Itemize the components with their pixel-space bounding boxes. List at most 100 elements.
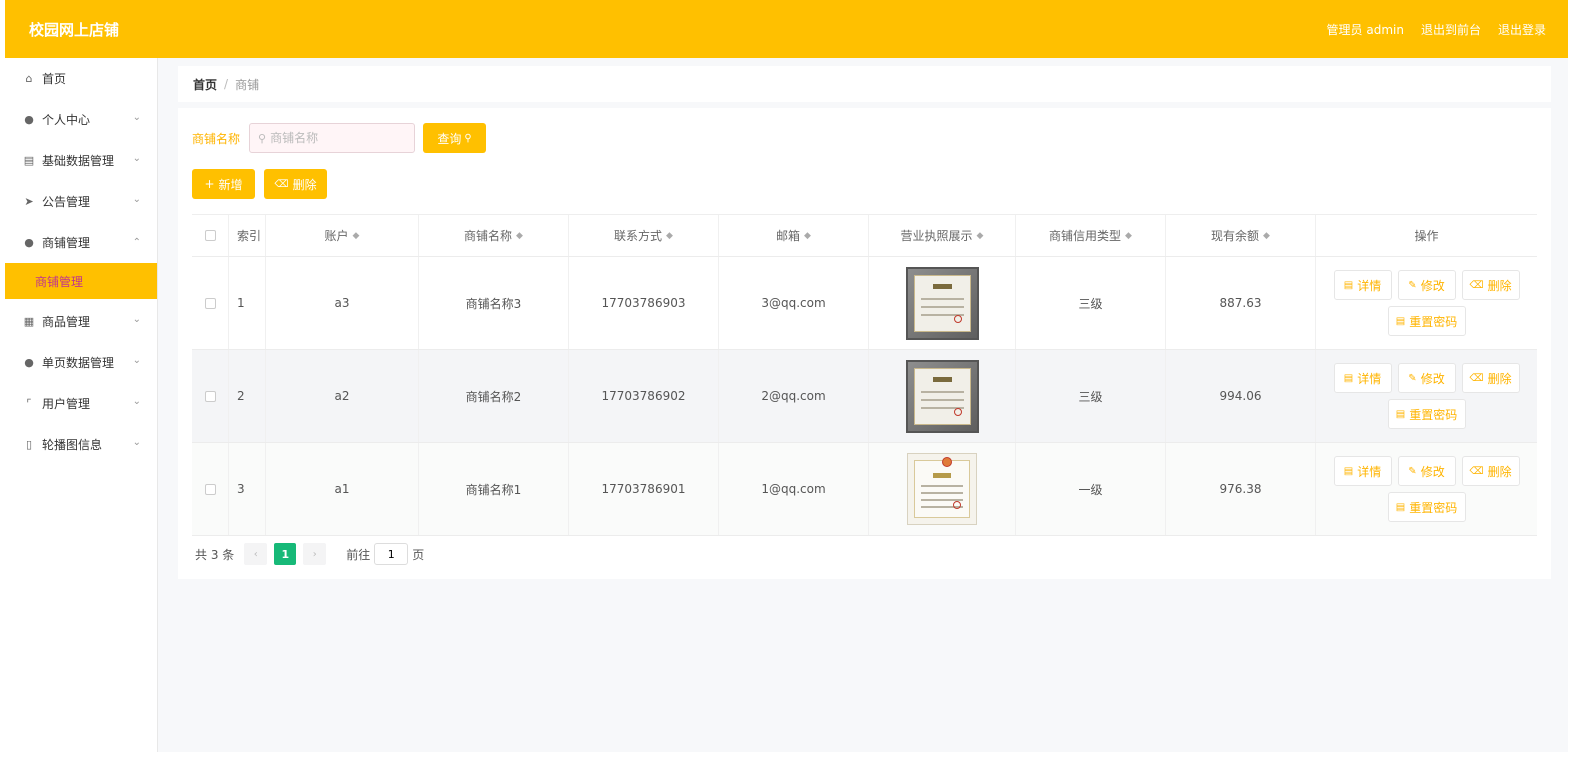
header-balance-label: 现有余额 (1211, 229, 1260, 243)
sidebar-item-single-page[interactable]: ● 单页数据管理 ⌄ (5, 342, 157, 383)
user-icon: ● (24, 113, 34, 126)
sort-icon[interactable]: ◆ (1263, 231, 1270, 241)
sort-icon[interactable]: ◆ (1125, 231, 1132, 241)
logout-link[interactable]: 退出登录 (1498, 21, 1546, 38)
sidebar-item-personal[interactable]: ● 个人中心 ⌄ (5, 99, 157, 140)
header-email[interactable]: 邮箱 ◆ (719, 215, 869, 256)
license-line (920, 305, 964, 308)
action-bar: + 新增 ⌫ 删除 (192, 169, 327, 199)
header-account[interactable]: 账户 ◆ (266, 215, 419, 256)
document-icon: ▤ (1343, 372, 1354, 384)
goto-page-input[interactable] (374, 543, 409, 565)
cell-index: 1 (229, 257, 266, 349)
row-checkbox-cell (192, 350, 229, 442)
sidebar-item-carousel[interactable]: ▯ 轮播图信息 ⌄ (5, 424, 157, 465)
table-row: 1 a3 商铺名称3 17703786903 3@qq.com 三级 887.6… (192, 257, 1537, 350)
front-link[interactable]: 退出到前台 (1421, 21, 1481, 38)
sidebar-item-basic-data[interactable]: ▤ 基础数据管理 ⌄ (5, 140, 157, 181)
cell-balance: 994.06 (1166, 350, 1316, 442)
row-checkbox-cell (192, 443, 229, 535)
edit-label: 修改 (1420, 371, 1445, 386)
table-row: 3 a1 商铺名称1 17703786901 1@qq.com 一级 976.3… (192, 443, 1537, 536)
sort-icon[interactable]: ◆ (977, 231, 984, 241)
header-account-label: 账户 (324, 229, 349, 243)
delete-label: 删除 (1487, 371, 1512, 386)
cell-ops: ▤ 详情 ✎ 修改 ⌫ 删除 ▤ 重置密码 (1316, 350, 1537, 442)
pencil-icon: ✎ (1408, 372, 1417, 384)
sidebar-item-goods[interactable]: ▦ 商品管理 ⌄ (5, 301, 157, 342)
send-icon: ➤ (24, 195, 34, 208)
page-unit-label: 页 (412, 547, 425, 562)
delete-button[interactable]: ⌫ 删除 (1461, 270, 1520, 300)
document-icon: ▤ (1395, 408, 1406, 420)
search-label: 商铺名称 (192, 131, 241, 146)
cell-name: 商铺名称1 (419, 443, 569, 535)
cell-balance: 976.38 (1166, 443, 1316, 535)
license-image[interactable] (905, 266, 979, 340)
header-credit[interactable]: 商铺信用类型 ◆ (1016, 215, 1166, 256)
cell-index: 3 (229, 443, 266, 535)
edit-button[interactable]: ✎ 修改 (1397, 363, 1456, 393)
header-name[interactable]: 商铺名称 ◆ (419, 215, 569, 256)
license-image[interactable] (907, 453, 977, 525)
sidebar-item-home[interactable]: ⌂ 首页 (5, 58, 157, 99)
pencil-icon: ✎ (1408, 465, 1417, 477)
detail-button[interactable]: ▤ 详情 (1333, 456, 1392, 486)
select-all-checkbox[interactable] (204, 230, 216, 241)
delete-button[interactable]: ⌫ 删除 (1461, 363, 1520, 393)
crop-icon: ⌜ (26, 397, 32, 410)
sort-icon[interactable]: ◆ (666, 231, 673, 241)
delete-button[interactable]: ⌫ 删除 (1461, 456, 1520, 486)
sort-icon[interactable]: ◆ (804, 231, 811, 241)
next-page-button[interactable]: › (303, 543, 327, 565)
header-checkbox-cell (192, 215, 229, 256)
chevron-down-icon: ⌄ (132, 153, 141, 164)
cell-account: a2 (266, 350, 419, 442)
reset-password-button[interactable]: ▤ 重置密码 (1387, 306, 1466, 336)
detail-button[interactable]: ▤ 详情 (1333, 363, 1392, 393)
sidebar-item-notice[interactable]: ➤ 公告管理 ⌄ (5, 181, 157, 222)
license-paper (913, 274, 971, 332)
add-button[interactable]: + 新增 (192, 169, 255, 199)
sidebar-item-shop[interactable]: ● 商铺管理 ⌃ (5, 222, 157, 263)
sidebar-item-label: 公告管理 (42, 195, 91, 209)
ops-line: ▤ 详情 ✎ 修改 ⌫ 删除 (1333, 270, 1520, 300)
cell-account: a3 (266, 257, 419, 349)
admin-label: 管理员 admin (1326, 22, 1404, 37)
chevron-down-icon: ⌄ (132, 437, 141, 448)
license-image[interactable] (905, 359, 979, 433)
document-icon: ▤ (1343, 279, 1354, 291)
header-license[interactable]: 营业执照展示 ◆ (869, 215, 1016, 256)
cell-license (869, 350, 1016, 442)
ops-line: ▤ 详情 ✎ 修改 ⌫ 删除 (1333, 363, 1520, 393)
location-icon: ● (24, 236, 34, 249)
sidebar-item-users[interactable]: ⌜ 用户管理 ⌄ (5, 383, 157, 424)
search-input[interactable] (270, 131, 401, 145)
page-number[interactable]: 1 (274, 543, 297, 565)
header-phone[interactable]: 联系方式 ◆ (569, 215, 719, 256)
edit-label: 修改 (1420, 278, 1445, 293)
breadcrumb-home[interactable]: 首页 (193, 76, 217, 93)
cell-email: 3@qq.com (719, 257, 869, 349)
sort-icon[interactable]: ◆ (516, 231, 523, 241)
prev-page-button[interactable]: ‹ (244, 543, 268, 565)
sort-icon[interactable]: ◆ (353, 231, 360, 241)
header-balance[interactable]: 现有余额 ◆ (1166, 215, 1316, 256)
chevron-down-icon: ⌄ (132, 314, 141, 325)
batch-delete-button[interactable]: ⌫ 删除 (264, 169, 327, 199)
edit-button[interactable]: ✎ 修改 (1397, 456, 1456, 486)
row-checkbox[interactable] (204, 297, 216, 309)
app-title: 校园网上店铺 (29, 20, 120, 39)
row-checkbox[interactable] (204, 390, 216, 402)
reset-password-button[interactable]: ▤ 重置密码 (1387, 492, 1466, 522)
edit-button[interactable]: ✎ 修改 (1397, 270, 1456, 300)
license-line (921, 492, 963, 494)
sidebar-item-label: 首页 (42, 72, 67, 86)
sidebar-subitem-shop-manage[interactable]: 商铺管理 (5, 263, 157, 299)
query-button[interactable]: 查询 ⚲ (423, 123, 487, 153)
reset-password-button[interactable]: ▤ 重置密码 (1387, 399, 1466, 429)
detail-button[interactable]: ▤ 详情 (1333, 270, 1392, 300)
header-ops: 操作 (1414, 229, 1439, 243)
document-icon: ▤ (1395, 501, 1406, 513)
row-checkbox[interactable] (204, 483, 216, 495)
